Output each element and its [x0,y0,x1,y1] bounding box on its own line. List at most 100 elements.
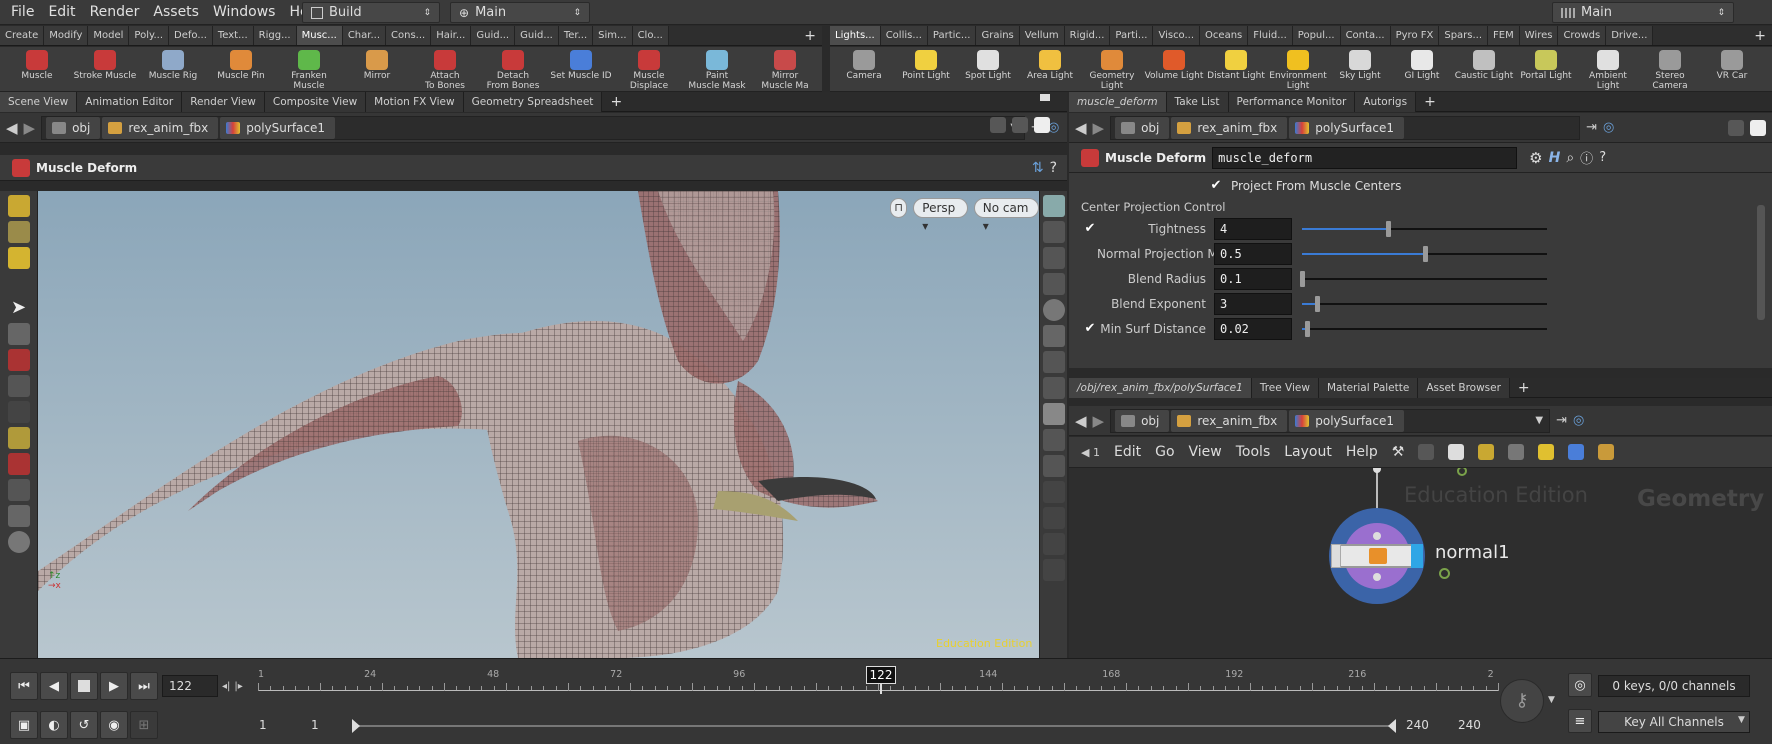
step-forward-icon[interactable]: |▸ [234,681,242,692]
hda-icon[interactable]: H [1549,150,1561,166]
more-icon[interactable] [1042,559,1065,581]
range-menu-icon[interactable]: ⊞ [130,711,158,739]
menu-file[interactable]: File [4,0,41,25]
shelf-tool-9[interactable]: GI Light [1392,47,1452,91]
shelf-tab-14[interactable]: FEM [1488,26,1520,45]
shelf-tab-0[interactable]: Lights... [830,26,881,45]
end-frame-field[interactable]: 240 [1452,715,1502,737]
lights-icon[interactable] [1042,325,1065,347]
context-dropdown[interactable]: ⊕ Main ⇕ [450,2,590,23]
shelf-tool-6[interactable]: Attach To Bones [412,47,478,91]
shelf-tab-7[interactable]: Musc... [296,26,343,45]
network-view-icon[interactable] [1508,444,1525,460]
folder-icon[interactable] [1598,444,1615,460]
tab-material-palette[interactable]: Material Palette [1318,377,1419,398]
network-editor[interactable]: Education Edition Geometry normal1 [1069,468,1772,658]
tab-scene-view[interactable]: Scene View [0,91,78,112]
key-icon[interactable]: ⚷ [1500,679,1544,723]
shade-icon[interactable] [1042,299,1065,321]
scale-tool-icon[interactable] [7,401,30,423]
grid-view-icon[interactable] [1478,444,1495,460]
lock-camera-icon[interactable]: ⊓ [890,198,908,218]
wrench-icon[interactable]: ⚒ [1392,444,1405,460]
shelf-tool-1[interactable]: Point Light [896,47,956,91]
link-icon[interactable]: ◎ [1603,120,1614,135]
tab-asset-browser[interactable]: Asset Browser [1418,377,1510,398]
menu-render[interactable]: Render [83,0,147,25]
chevron-down-icon[interactable]: ▼ [1548,695,1555,705]
menu-edit[interactable]: Edit [41,0,82,25]
persp-menu[interactable]: Persp ▾ [913,198,968,233]
shelf-tab-0[interactable]: Create [0,26,45,45]
menu-net-view[interactable]: View [1189,444,1222,460]
param-enable-checkbox[interactable] [1083,272,1097,286]
shelf-tab-11[interactable]: Conta... [1340,26,1391,45]
shelf-tab-6[interactable]: Rigg... [253,26,297,45]
shelf-tab-15[interactable]: Wires [1519,26,1559,45]
param-value-field[interactable]: 0.5 [1214,242,1292,265]
shelf-tool-10[interactable]: Paint Muscle Mask [684,47,750,91]
param-scrollbar[interactable] [1757,205,1765,320]
shelf-tool-7[interactable]: Detach From Bones [480,47,546,91]
handle-tool-icon[interactable] [7,195,30,217]
range-slider[interactable] [355,725,1395,727]
light-bulb-icon[interactable] [1042,351,1065,373]
shelf-tab-5[interactable]: Rigid... [1064,26,1111,45]
help-icon[interactable]: ? [1050,160,1067,176]
lock-display-icon[interactable] [1042,221,1065,243]
back-arrow-icon[interactable]: ◀ [6,119,18,137]
path-breadcrumb[interactable]: obj rex_anim_fbx polySurface1 ▼ [41,115,1026,140]
forward-arrow-icon[interactable]: ▶ [1093,412,1105,430]
menu-net-tools[interactable]: Tools [1236,444,1271,460]
shelf-tab-2[interactable]: Partic... [927,26,977,45]
desktop-dropdown[interactable]: Build ⇕ [302,2,440,23]
path-crumb-poly[interactable]: polySurface1 [220,116,336,139]
add-tab-icon[interactable]: + [1416,94,1444,110]
param-slider[interactable] [1302,293,1547,315]
shelf-tool-0[interactable]: Camera [834,47,894,91]
network-breadcrumb[interactable]: obj rex_anim_fbx polySurface1 ▼ [1110,408,1551,433]
tab-take-list[interactable]: Take List [1166,91,1229,112]
play-button[interactable]: ▶ [100,672,128,700]
slider-handle[interactable] [1300,270,1305,287]
param-value-field[interactable]: 0.1 [1214,267,1292,290]
shelf-tool-2[interactable]: Muscle Rig [140,47,206,91]
stop-button[interactable] [70,672,98,700]
op-name-field[interactable]: muscle_deform [1212,146,1518,169]
slider-handle[interactable] [1304,320,1310,337]
shelf-tab-12[interactable]: Pyro FX [1390,26,1440,45]
shelf-tool-6[interactable]: Distant Light [1206,47,1266,91]
snap-icon[interactable] [7,427,30,449]
lock-icon[interactable] [7,323,30,345]
param-enable-checkbox[interactable]: ✔ [1083,221,1097,236]
tab-network-path[interactable]: /obj/rex_anim_fbx/polySurface1 [1069,377,1252,398]
back-arrow-icon[interactable]: ◀ [1075,119,1087,137]
tab-motion-fx-view[interactable]: Motion FX View [366,91,464,112]
add-tab-icon[interactable]: + [1510,380,1538,396]
playhead[interactable] [880,684,882,694]
shelf-tool-9[interactable]: Muscle Displace [616,47,682,91]
shelf-tab-13[interactable]: Spars... [1439,26,1489,45]
param-enable-checkbox[interactable] [1083,247,1097,261]
menu-net-help[interactable]: Help [1346,444,1378,460]
help-icon[interactable]: ? [1599,150,1606,165]
go-to-start-button[interactable]: ⏮ [10,672,38,700]
realtime-toggle[interactable]: ▣ [10,711,38,739]
shelf-tab-15[interactable]: Clo... [632,26,669,45]
link-icon[interactable]: ◎ [1573,413,1584,428]
add-tab-icon[interactable]: + [602,94,630,110]
shelf-tool-2[interactable]: Spot Light [958,47,1018,91]
add-shelf-icon[interactable]: + [798,28,822,44]
shelf-tool-11[interactable]: Mirror Muscle Ma [752,47,818,91]
node-display-flag[interactable] [1411,544,1423,568]
camera-icon[interactable] [7,505,30,527]
shelf-tab-4[interactable]: Vellum [1019,26,1065,45]
shelf-tab-8[interactable]: Char... [342,26,387,45]
param-breadcrumb[interactable]: obj rex_anim_fbx polySurface1 [1110,115,1581,140]
add-shelf-icon[interactable]: + [1748,28,1772,44]
shelf-tab-7[interactable]: Visco... [1153,26,1201,45]
shelf-tool-8[interactable]: Set Muscle ID [548,47,614,91]
layout-icon[interactable] [990,117,1006,133]
shelf-tool-11[interactable]: Portal Light [1516,47,1576,91]
shelf-tool-4[interactable]: Franken Muscle [276,47,342,91]
